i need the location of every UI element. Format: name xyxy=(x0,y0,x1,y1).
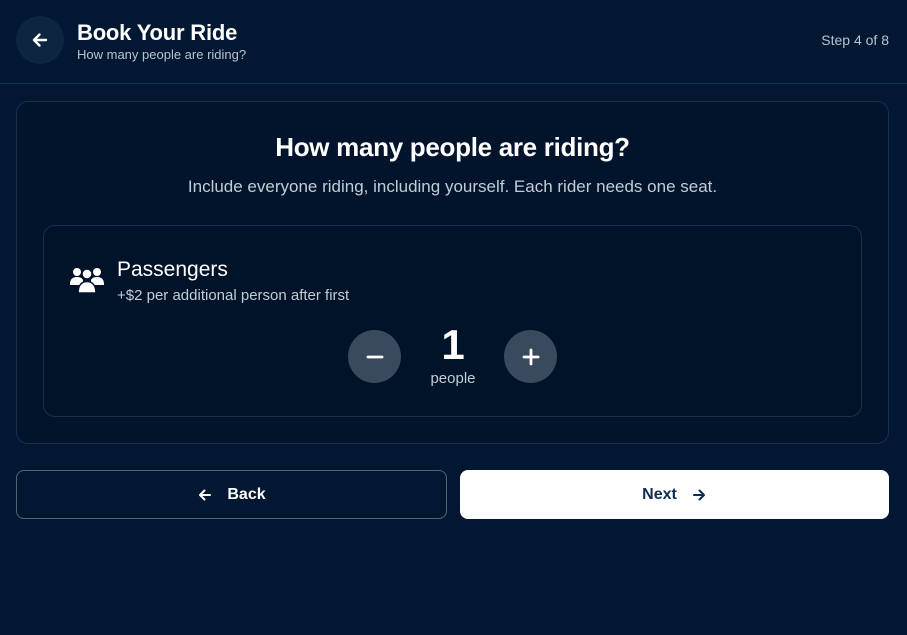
question-instruction: Include everyone riding, including yours… xyxy=(187,177,718,196)
people-group-icon xyxy=(70,264,104,294)
back-button-label: Back xyxy=(227,485,266,503)
increase-passengers-button[interactable] xyxy=(504,330,557,383)
header-back-button[interactable] xyxy=(16,16,64,64)
step-indicator: Step 4 of 8 xyxy=(821,32,889,48)
page-subtitle: How many people are riding? xyxy=(77,47,247,62)
question-heading: How many people are riding? xyxy=(275,132,630,162)
decrease-passengers-button[interactable] xyxy=(348,330,401,383)
plus-icon xyxy=(521,347,541,367)
back-button[interactable]: Back xyxy=(16,470,447,519)
question-card: How many people are riding? Include ever… xyxy=(16,101,889,444)
passengers-label: Passengers xyxy=(117,258,228,281)
header-bar: Book Your Ride How many people are ridin… xyxy=(0,0,907,84)
arrow-right-icon xyxy=(691,487,707,503)
passengers-panel: Passengers +$2 per additional person aft… xyxy=(43,225,862,417)
next-button[interactable]: Next xyxy=(460,470,889,519)
next-button-label: Next xyxy=(642,485,677,503)
passenger-count: 1 xyxy=(441,321,465,368)
arrow-left-icon xyxy=(197,487,213,503)
passenger-count-unit: people xyxy=(430,370,476,387)
arrow-left-icon xyxy=(30,30,50,50)
pricing-note: +$2 per additional person after first xyxy=(117,287,350,304)
page-title: Book Your Ride xyxy=(77,20,238,45)
minus-icon xyxy=(365,347,385,367)
